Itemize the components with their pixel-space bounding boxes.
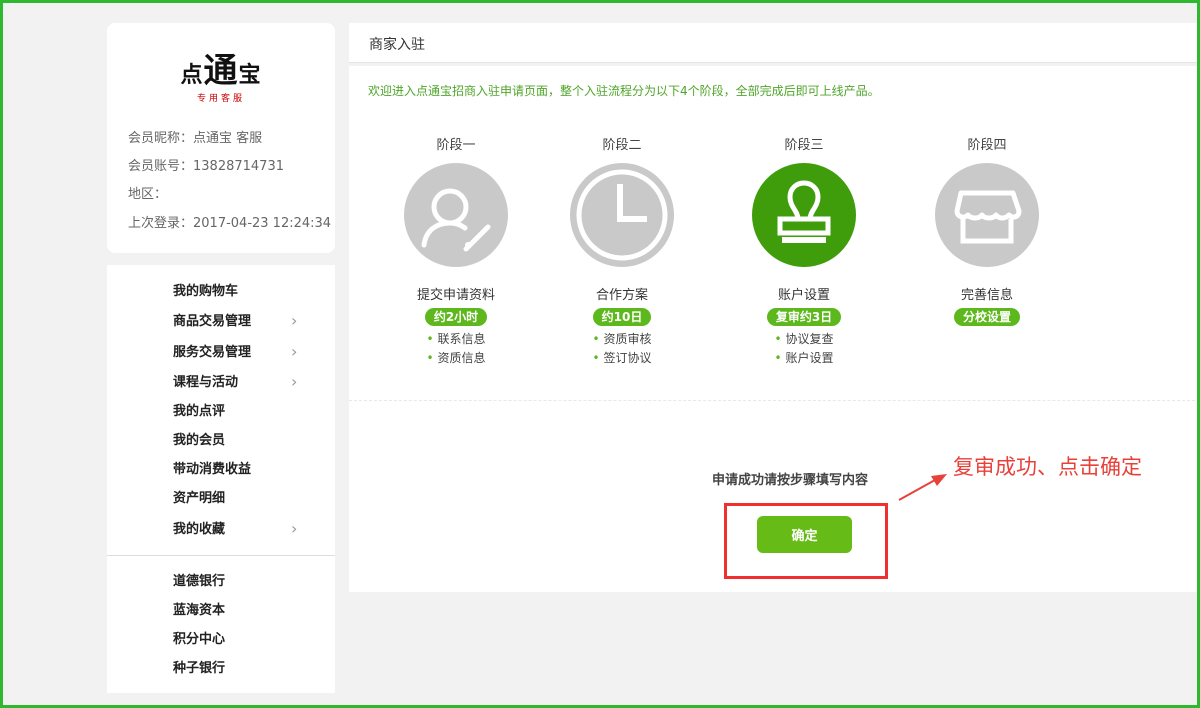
sidebar-item[interactable]: 我的购物车: [173, 282, 303, 302]
stage-task-item: • 账户设置: [724, 349, 884, 368]
stage-name: 阶段三: [784, 138, 824, 153]
sidebar-item[interactable]: 积分中心: [173, 630, 303, 650]
stage-duration-badge: 复审约3日: [766, 308, 842, 326]
sidebar-item-label: 我的购物车: [173, 284, 239, 299]
sidebar-item[interactable]: 商品交易管理 ›: [173, 312, 303, 332]
sidebar-item-label: 商品交易管理: [173, 314, 252, 329]
chevron-right-icon: ›: [291, 372, 298, 391]
chevron-right-icon: ›: [291, 519, 298, 538]
intro-text: 欢迎进入点通宝招商入驻申请页面，整个入驻流程分为以下4个阶段，全部完成后即可上线…: [368, 84, 880, 98]
stage-title: 合作方案: [595, 288, 648, 303]
sidebar-item-label: 我的会员: [173, 433, 226, 448]
brand-logo: 点通宝 专用客服: [179, 51, 263, 113]
user-edit-icon: [404, 163, 508, 267]
sidebar-item[interactable]: 我的会员: [173, 431, 303, 451]
stage-3: 阶段三 账户设置 复审约3日 • 协议复查 • 账户设置: [724, 136, 884, 386]
stage-name: 阶段二: [602, 138, 642, 153]
bullet-dot-icon: •: [774, 351, 782, 365]
sidebar-menu: 我的购物车商品交易管理 › 服务交易管理 › 课程与活动 › 我的点评我的会员带动消费收益资…: [107, 265, 335, 693]
stage-task-list: • 资质审核 • 签订协议: [542, 330, 702, 368]
chevron-right-icon: ›: [291, 311, 298, 330]
sidebar-item-label: 课程与活动: [173, 375, 239, 390]
stage-task-text: 账户设置: [785, 351, 834, 365]
stage-task-item: • 协议复查: [724, 330, 884, 349]
sidebar-item-label: 我的点评: [173, 404, 226, 419]
stage-duration-badge: 约10日: [592, 308, 652, 326]
sidebar-item[interactable]: 我的收藏 ›: [173, 520, 303, 540]
chevron-right-icon: ›: [291, 342, 298, 361]
bullet-dot-icon: •: [592, 351, 600, 365]
stage-task-text: 签订协议: [603, 351, 652, 365]
stage-title: 完善信息: [960, 288, 1013, 303]
sidebar-item[interactable]: 课程与活动 ›: [173, 373, 303, 393]
member-account: 会员账号：13828714731: [128, 159, 284, 174]
stage-task-text: 协议复查: [785, 332, 834, 346]
clock-icon: [570, 163, 674, 267]
stage-task-text: 资质信息: [437, 351, 486, 365]
sidebar-item[interactable]: 种子银行: [173, 659, 303, 679]
member-last-login: 上次登录：2017-04-23 12:24:34: [128, 216, 332, 231]
annotation-text: 复审成功、点击确定: [953, 455, 1142, 479]
highlight-box: [724, 503, 888, 579]
stage-4: 阶段四完善信息分校设置: [907, 136, 1067, 386]
stage-task-text: 资质审核: [603, 332, 652, 346]
stage-task-list: • 联系信息 • 资质信息: [376, 330, 536, 368]
stamp-icon: [752, 163, 856, 267]
stage-name: 阶段四: [967, 138, 1007, 153]
profile-card: 点通宝 专用客服 会员昵称：点通宝 客服 会员账号：13828714731 地区…: [107, 23, 335, 253]
bullet-dot-icon: •: [774, 332, 782, 346]
stage-task-item: • 签订协议: [542, 349, 702, 368]
member-region: 地区：: [128, 187, 168, 202]
sidebar-item[interactable]: 道德银行: [173, 572, 303, 592]
stage-task-text: 联系信息: [437, 332, 486, 346]
menu-divider: [107, 555, 335, 556]
sidebar-item-label: 资产明细: [173, 491, 226, 506]
stage-title: 提交申请资料: [416, 288, 495, 303]
stage-title: 账户设置: [777, 288, 830, 303]
logo-subtitle: 专用客服: [196, 94, 245, 104]
sidebar-item[interactable]: 蓝海资本: [173, 601, 303, 621]
stage-1: 阶段一 提交申请资料 约2小时 • 联系信息 • 资质信息: [376, 136, 536, 386]
sidebar-item[interactable]: 资产明细: [173, 489, 303, 509]
stage-task-item: • 资质信息: [376, 349, 536, 368]
member-nickname: 会员昵称：点通宝 客服: [128, 131, 263, 146]
page-header: 商家入驻: [349, 23, 1200, 63]
annotation-arrow-icon: [898, 474, 947, 501]
bullet-dot-icon: •: [426, 351, 434, 365]
stage-task-item: • 资质审核: [542, 330, 702, 349]
shop-icon: [935, 163, 1039, 267]
stage-duration-badge: 分校设置: [953, 308, 1020, 326]
stage-task-item: • 联系信息: [376, 330, 536, 349]
sidebar-item[interactable]: 我的点评: [173, 402, 303, 422]
stage-task-list: • 协议复查 • 账户设置: [724, 330, 884, 368]
stage-duration-badge: 约2小时: [424, 308, 488, 326]
sidebar-item-label: 服务交易管理: [173, 345, 252, 360]
page-title: 商家入驻: [369, 37, 425, 53]
sidebar-item-label: 我的收藏: [173, 522, 226, 537]
stage-name: 阶段一: [436, 138, 476, 153]
sidebar-item[interactable]: 带动消费收益: [173, 460, 303, 480]
sidebar-item[interactable]: 服务交易管理 ›: [173, 343, 303, 363]
logo-text: 点通宝: [180, 51, 262, 91]
sidebar-item-label: 带动消费收益: [173, 462, 252, 477]
bullet-dot-icon: •: [592, 332, 600, 346]
bullet-dot-icon: •: [426, 332, 434, 346]
section-divider: [349, 400, 1200, 401]
apply-success-message: 申请成功请按步骤填写内容: [712, 473, 869, 488]
stage-2: 阶段二 合作方案 约10日 • 资质审核 • 签订协议: [542, 136, 702, 386]
